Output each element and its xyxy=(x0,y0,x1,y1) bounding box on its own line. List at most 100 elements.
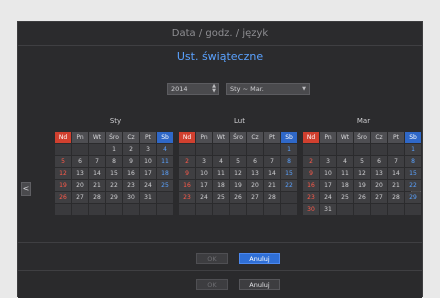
day-cell[interactable]: 26 xyxy=(55,192,71,203)
day-cell[interactable]: 17 xyxy=(320,180,336,191)
day-cell[interactable]: 1 xyxy=(405,144,421,155)
day-cell[interactable]: 28 xyxy=(89,192,105,203)
cancel-button[interactable]: Anuluj xyxy=(239,253,280,264)
day-cell[interactable]: 5 xyxy=(230,156,246,167)
day-cell[interactable]: 28 xyxy=(388,192,404,203)
day-cell[interactable]: 23 xyxy=(303,192,319,203)
day-cell[interactable]: 20 xyxy=(371,180,387,191)
day-cell[interactable]: 4 xyxy=(213,156,229,167)
day-cell[interactable]: 25 xyxy=(157,180,173,191)
day-cell[interactable]: 19 xyxy=(230,180,246,191)
day-cell[interactable]: 8 xyxy=(106,156,122,167)
day-cell[interactable]: 18 xyxy=(157,168,173,179)
day-cell[interactable]: 12 xyxy=(354,168,370,179)
day-cell[interactable]: 14 xyxy=(89,168,105,179)
day-cell[interactable]: 23 xyxy=(123,180,139,191)
day-cell[interactable]: 13 xyxy=(371,168,387,179)
day-cell[interactable]: 8 xyxy=(281,156,297,167)
day-cell[interactable]: 12 xyxy=(230,168,246,179)
day-cell[interactable]: 27 xyxy=(72,192,88,203)
weekday-header: Sb xyxy=(281,132,297,143)
day-cell[interactable]: 9 xyxy=(179,168,195,179)
day-cell[interactable]: 21 xyxy=(264,180,280,191)
day-cell[interactable]: 22 xyxy=(281,180,297,191)
day-cell[interactable]: 17 xyxy=(140,168,156,179)
day-cell[interactable]: 11 xyxy=(213,168,229,179)
day-cell[interactable]: 31 xyxy=(140,192,156,203)
day-cell[interactable]: 2 xyxy=(303,156,319,167)
day-cell[interactable]: 16 xyxy=(179,180,195,191)
day-cell[interactable]: 24 xyxy=(196,192,212,203)
day-cell[interactable]: 31 xyxy=(320,204,336,215)
day-cell[interactable]: 22 xyxy=(405,180,421,191)
day-cell[interactable]: 12 xyxy=(55,168,71,179)
day-cell[interactable]: 16 xyxy=(303,180,319,191)
day-cell[interactable]: 15 xyxy=(405,168,421,179)
day-cell[interactable]: 25 xyxy=(213,192,229,203)
day-cell[interactable]: 26 xyxy=(354,192,370,203)
calendar-month-3: Mar Nd Pn Wt Śro Cz Pt Sb 1 2 3 4 5 6 7 8 9 10 11 12 13 14 15… xyxy=(303,117,424,215)
day-cell[interactable]: 30 xyxy=(123,192,139,203)
day-cell[interactable]: 6 xyxy=(247,156,263,167)
prev-months-button[interactable]: < xyxy=(21,182,31,196)
day-cell[interactable]: 19 xyxy=(354,180,370,191)
day-cell[interactable]: 18 xyxy=(337,180,353,191)
day-cell[interactable]: 9 xyxy=(123,156,139,167)
day-cell[interactable]: 29 xyxy=(106,192,122,203)
day-cell[interactable]: 24 xyxy=(140,180,156,191)
day-cell[interactable]: 1 xyxy=(281,144,297,155)
day-cell[interactable]: 2 xyxy=(179,156,195,167)
day-cell[interactable]: 19 xyxy=(55,180,71,191)
day-cell[interactable]: 3 xyxy=(196,156,212,167)
day-cell[interactable]: 7 xyxy=(388,156,404,167)
day-cell[interactable]: 3 xyxy=(140,144,156,155)
day-cell[interactable]: 10 xyxy=(196,168,212,179)
footer-ok-button[interactable]: OK xyxy=(196,279,228,290)
day-cell[interactable]: 11 xyxy=(337,168,353,179)
day-cell[interactable]: 15 xyxy=(281,168,297,179)
day-cell[interactable]: 3 xyxy=(320,156,336,167)
day-cell[interactable]: 1 xyxy=(106,144,122,155)
day-cell[interactable]: 8 xyxy=(405,156,421,167)
day-cell[interactable]: 26 xyxy=(230,192,246,203)
day-cell[interactable]: 15 xyxy=(106,168,122,179)
ok-button[interactable]: OK xyxy=(196,253,228,264)
day-cell[interactable]: 16 xyxy=(123,168,139,179)
day-cell[interactable]: 2 xyxy=(123,144,139,155)
day-cell[interactable]: 18 xyxy=(213,180,229,191)
day-cell[interactable]: 5 xyxy=(55,156,71,167)
day-cell[interactable]: 10 xyxy=(320,168,336,179)
day-cell[interactable]: 20 xyxy=(247,180,263,191)
day-cell[interactable]: 27 xyxy=(247,192,263,203)
day-cell[interactable]: 23 xyxy=(179,192,195,203)
day-cell[interactable]: 6 xyxy=(72,156,88,167)
day-cell[interactable]: 24 xyxy=(320,192,336,203)
day-cell[interactable]: 29 xyxy=(405,192,421,203)
day-cell[interactable]: 27 xyxy=(371,192,387,203)
day-cell[interactable]: 7 xyxy=(89,156,105,167)
day-cell[interactable]: 5 xyxy=(354,156,370,167)
footer-cancel-button[interactable]: Anuluj xyxy=(239,279,280,290)
month-range-select[interactable]: Sty ~ Mar. ▼ xyxy=(226,83,310,95)
day-cell[interactable]: 14 xyxy=(388,168,404,179)
day-cell[interactable]: 21 xyxy=(89,180,105,191)
day-cell[interactable]: 22 xyxy=(106,180,122,191)
day-cell[interactable]: 21 xyxy=(388,180,404,191)
day-cell[interactable]: 6 xyxy=(371,156,387,167)
day-cell[interactable]: 7 xyxy=(264,156,280,167)
day-cell[interactable]: 4 xyxy=(337,156,353,167)
day-cell[interactable]: 28 xyxy=(264,192,280,203)
day-cell[interactable]: 9 xyxy=(303,168,319,179)
day-cell[interactable]: 20 xyxy=(72,180,88,191)
day-cell[interactable]: 13 xyxy=(247,168,263,179)
day-cell[interactable]: 14 xyxy=(264,168,280,179)
day-cell[interactable]: 17 xyxy=(196,180,212,191)
day-cell[interactable]: 4 xyxy=(157,144,173,155)
day-cell[interactable]: 10 xyxy=(140,156,156,167)
day-cell[interactable]: 11 xyxy=(157,156,173,167)
day-cell[interactable]: 13 xyxy=(72,168,88,179)
day-cell[interactable]: 25 xyxy=(337,192,353,203)
spin-arrows-icon[interactable]: ▲ ▼ xyxy=(212,84,216,94)
day-cell[interactable]: 30 xyxy=(303,204,319,215)
year-select[interactable]: 2014 ▲ ▼ xyxy=(167,83,219,95)
